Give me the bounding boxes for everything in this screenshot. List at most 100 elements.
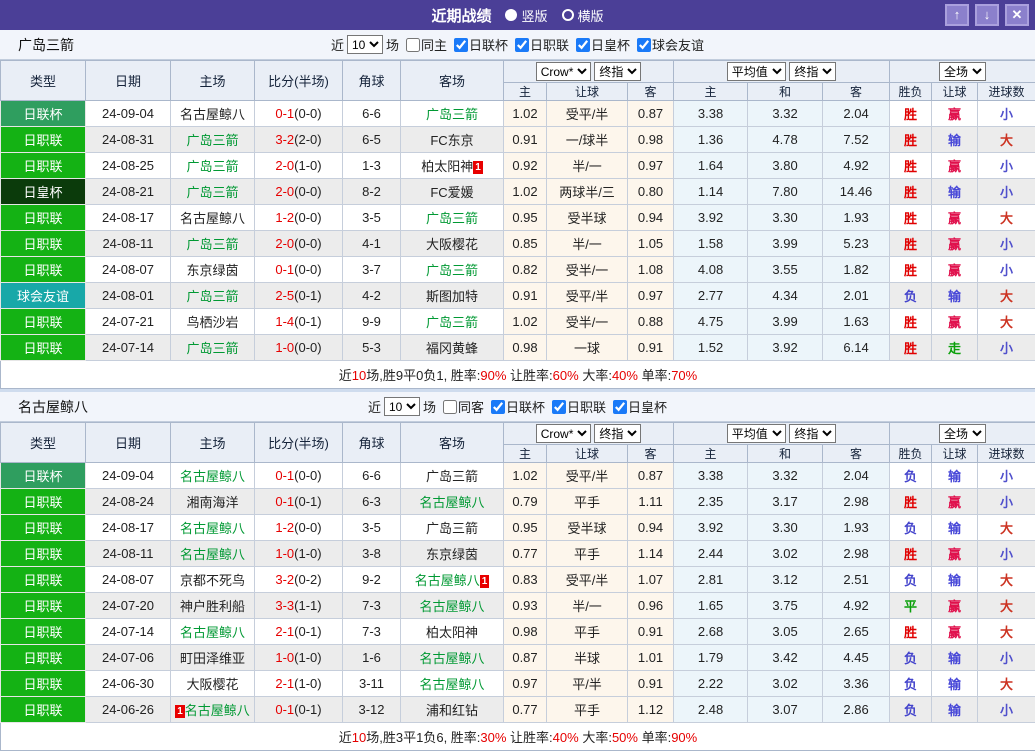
final-index-select[interactable]: 终指	[594, 424, 641, 443]
league-checkbox-label[interactable]: 日皇杯	[572, 35, 630, 54]
away-team: 名古屋鲸八1	[401, 567, 504, 593]
full-time-score: 0-1	[275, 468, 294, 483]
avg-away-odds: 2.65	[823, 619, 890, 645]
handicap-result: 赢	[932, 101, 978, 127]
bookmaker-select[interactable]: Crow*	[536, 424, 591, 443]
layout-radio-vertical[interactable]: 竖版	[505, 6, 547, 25]
league-checkbox-label[interactable]: 日联杯	[487, 397, 545, 416]
full-time-score: 1-0	[275, 546, 294, 561]
move-down-button[interactable]: ↓	[975, 4, 999, 26]
competition-type-badge: 日联杯	[1, 101, 86, 127]
avg-draw-odds: 7.80	[748, 179, 823, 205]
away-team: 广岛三箭	[401, 257, 504, 283]
away-odds: 1.12	[628, 697, 674, 723]
avg-draw-odds: 3.42	[748, 645, 823, 671]
league-checkbox[interactable]	[613, 400, 627, 414]
odds-column-header: 胜负	[890, 445, 932, 463]
league-checkbox-label[interactable]: 日皇杯	[609, 397, 667, 416]
match-row: 日联杯24-09-04名古屋鲸八0-1(0-0)6-6广岛三箭1.02受平/半0…	[1, 101, 1035, 127]
away-odds: 0.94	[628, 515, 674, 541]
handicap-result: 输	[932, 645, 978, 671]
goals-result-text: 大	[1000, 573, 1013, 588]
final-index-select[interactable]: 终指	[594, 62, 641, 81]
odds-column-header: 和	[748, 83, 823, 101]
league-checkbox-label[interactable]: 日联杯	[450, 35, 508, 54]
league-text: 日皇杯	[591, 35, 630, 54]
odds-column-header: 主	[504, 83, 547, 101]
match-date: 24-06-30	[86, 671, 171, 697]
half-time-score: (0-0)	[294, 236, 321, 251]
goals-result: 大	[978, 567, 1035, 593]
final-index-select-2[interactable]: 终指	[789, 424, 836, 443]
league-checkbox[interactable]	[637, 38, 651, 52]
goals-result-text: 大	[1000, 521, 1013, 536]
handicap-result: 输	[932, 567, 978, 593]
corners-cell: 3-12	[343, 697, 401, 723]
same-venue-checkbox[interactable]	[406, 38, 420, 52]
team-name-text: 广岛三箭	[426, 211, 478, 226]
half-time-score: (0-0)	[294, 340, 321, 355]
avg-home-odds: 1.58	[674, 231, 748, 257]
league-checkbox[interactable]	[454, 38, 468, 52]
away-team: 斯图加特	[401, 283, 504, 309]
handicap-result: 赢	[932, 619, 978, 645]
games-count-select[interactable]: 10	[384, 397, 420, 416]
score-cell: 1-0(1-0)	[255, 645, 343, 671]
matches-table: 类型日期主场比分(半场)角球客场Crow* 终指平均值 终指全场主让球客主和客胜…	[0, 422, 1035, 751]
handicap-result: 赢	[932, 541, 978, 567]
odds-column-header: 进球数	[978, 83, 1035, 101]
team-name-text: 福冈黄蜂	[426, 341, 478, 356]
league-checkbox[interactable]	[491, 400, 505, 414]
home-odds: 0.85	[504, 231, 547, 257]
layout-radio-horizontal[interactable]: 横版	[562, 6, 604, 25]
same-venue-checkbox-label[interactable]: 同客	[439, 397, 484, 416]
team-name-text: 广岛三箭	[186, 159, 238, 174]
handicap-result-text: 赢	[948, 315, 961, 330]
match-row: 日职联24-08-11广岛三箭2-0(0-0)4-1大阪樱花0.85半/一1.0…	[1, 231, 1035, 257]
handicap-line: 一球	[547, 335, 628, 361]
away-odds: 0.97	[628, 153, 674, 179]
handicap-result: 赢	[932, 257, 978, 283]
same-venue-checkbox-label[interactable]: 同主	[402, 35, 447, 54]
league-checkbox[interactable]	[552, 400, 566, 414]
team-name-text: 名古屋鲸八	[180, 625, 245, 640]
match-row: 日皇杯24-08-21广岛三箭2-0(0-0)8-2FC爱媛1.02两球半/三0…	[1, 179, 1035, 205]
goals-result-text: 大	[1000, 211, 1013, 226]
full-match-select[interactable]: 全场	[939, 424, 986, 443]
bookmaker-odds-group: Crow* 终指	[504, 61, 674, 83]
radio-vertical-label: 竖版	[521, 6, 547, 25]
team-name-text: 名古屋鲸八	[185, 703, 250, 718]
average-select[interactable]: 平均值	[727, 62, 786, 81]
win-loss-result: 胜	[890, 309, 932, 335]
league-checkbox-label[interactable]: 日职联	[511, 35, 569, 54]
bookmaker-select[interactable]: Crow*	[536, 62, 591, 81]
games-count-select[interactable]: 10	[347, 35, 383, 54]
avg-home-odds: 4.08	[674, 257, 748, 283]
half-time-score: (0-1)	[294, 702, 321, 717]
league-checkbox-label[interactable]: 日职联	[548, 397, 606, 416]
same-venue-checkbox[interactable]	[443, 400, 457, 414]
team-name-text: 名古屋鲸八	[419, 599, 484, 614]
win-loss-result-text: 胜	[904, 315, 917, 330]
handicap-result-text: 输	[948, 185, 961, 200]
summary-segment: 70%	[671, 368, 697, 383]
league-checkbox[interactable]	[576, 38, 590, 52]
win-loss-result: 负	[890, 645, 932, 671]
handicap-result-text: 赢	[948, 547, 961, 562]
away-team: 名古屋鲸八	[401, 489, 504, 515]
final-index-select-2[interactable]: 终指	[789, 62, 836, 81]
league-checkbox[interactable]	[515, 38, 529, 52]
home-odds: 0.98	[504, 335, 547, 361]
home-odds: 0.91	[504, 127, 547, 153]
average-select[interactable]: 平均值	[727, 424, 786, 443]
team-name-text: 广岛三箭	[186, 341, 238, 356]
avg-away-odds: 2.98	[823, 541, 890, 567]
league-checkbox-label[interactable]: 球会友谊	[633, 35, 704, 54]
close-button[interactable]: ✕	[1005, 4, 1029, 26]
home-team: 神户胜利船	[171, 593, 255, 619]
radio-horizontal-label: 横版	[578, 6, 604, 25]
full-match-select[interactable]: 全场	[939, 62, 986, 81]
win-loss-result-text: 负	[904, 521, 917, 536]
move-up-button[interactable]: ↑	[945, 4, 969, 26]
goals-result-text: 小	[1000, 159, 1013, 174]
